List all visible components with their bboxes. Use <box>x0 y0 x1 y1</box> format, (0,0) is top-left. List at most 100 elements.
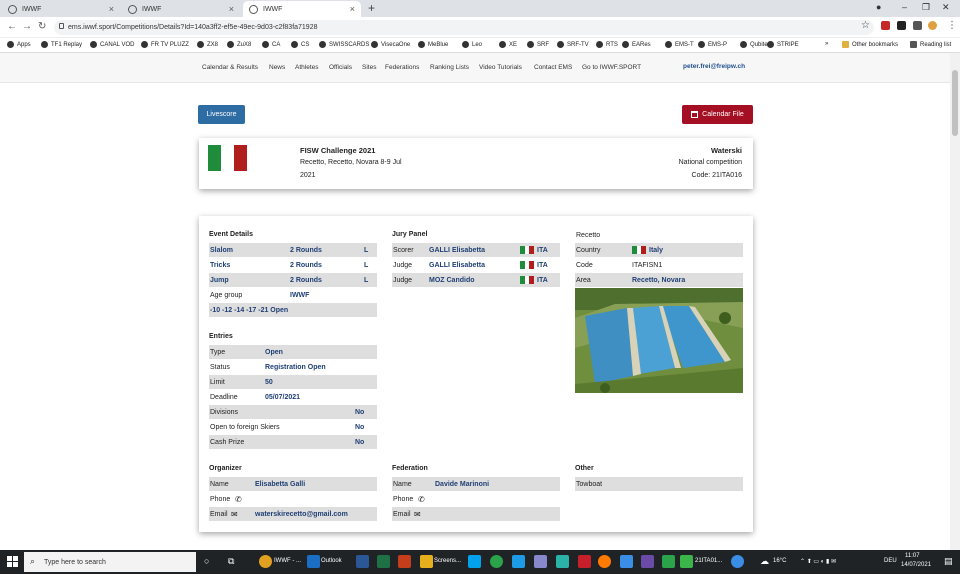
bookmark-item[interactable]: EMS-P <box>698 41 727 48</box>
chrome-icon[interactable] <box>259 555 272 568</box>
firefox-icon[interactable] <box>598 555 611 568</box>
clock-time[interactable]: 11:07 <box>905 553 920 559</box>
skype-icon[interactable] <box>468 555 481 568</box>
bookmark-item[interactable]: ZX8 <box>197 41 218 48</box>
extension-icon[interactable] <box>881 21 890 30</box>
bookmark-item[interactable]: Apps <box>7 41 31 48</box>
calendar-file-button[interactable]: Calendar File <box>682 105 753 124</box>
browser-tab[interactable]: IWWF × <box>122 1 240 17</box>
browser-tab-active[interactable]: IWWF × <box>243 1 361 17</box>
nav-contact-ems[interactable]: Contact EMS <box>534 64 572 71</box>
jury-official-name[interactable]: MOZ Candido <box>429 277 475 284</box>
weather-icon[interactable]: ☁ <box>760 556 769 567</box>
task-view-icon[interactable]: ⧉ <box>228 556 234 567</box>
maximize-button[interactable]: ❐ <box>922 2 930 13</box>
acrobat-icon[interactable] <box>578 555 591 568</box>
app-icon[interactable] <box>680 555 693 568</box>
close-icon[interactable]: × <box>350 4 355 14</box>
cortana-icon[interactable]: ○ <box>204 556 209 566</box>
nav-go-to-iwwf[interactable]: Go to IWWF.SPORT <box>582 64 641 71</box>
nav-federations[interactable]: Federations <box>385 64 419 71</box>
word-icon[interactable] <box>356 555 369 568</box>
star-icon[interactable]: ☆ <box>861 20 870 31</box>
reload-icon[interactable]: ↻ <box>38 21 46 32</box>
scrollbar-thumb[interactable] <box>952 70 958 136</box>
app-icon[interactable] <box>641 555 654 568</box>
user-email-link[interactable]: peter.frei@freipw.ch <box>683 63 745 70</box>
bookmark-item[interactable]: STRIPE <box>767 41 799 48</box>
bookmark-item[interactable]: FR TV PLUZZ <box>141 41 189 48</box>
bookmark-item[interactable]: MeBlue <box>418 41 448 48</box>
weather-temperature[interactable]: 16°C <box>773 558 786 564</box>
taskbar-app-iwwf[interactable]: IWWF - ... <box>274 558 301 564</box>
close-icon[interactable]: × <box>229 4 234 14</box>
bookmark-item[interactable]: VisecaOne <box>371 41 410 48</box>
entries-row: Deadline 05/07/2021 <box>209 390 377 404</box>
profile-icon[interactable]: ● <box>876 2 881 12</box>
jury-official-name[interactable]: GALLI Elisabetta <box>429 262 485 269</box>
nav-video-tutorials[interactable]: Video Tutorials <box>479 64 522 71</box>
event-name[interactable]: Slalom <box>210 247 233 254</box>
event-name[interactable]: Tricks <box>210 262 230 269</box>
notifications-icon[interactable]: ▤ <box>944 556 953 567</box>
app-icon[interactable] <box>490 555 503 568</box>
bookmark-item[interactable]: Leo <box>462 41 482 48</box>
taskbar-app-outlook[interactable]: Outlook <box>321 558 342 564</box>
windows-start-icon[interactable] <box>7 556 18 567</box>
forward-icon[interactable]: → <box>22 21 32 32</box>
extension-icon[interactable] <box>897 21 906 30</box>
bookmark-item[interactable]: CANAL VOD <box>90 41 134 48</box>
bookmark-item[interactable]: ZuX8 <box>227 41 251 48</box>
bookmark-item[interactable]: SRF <box>527 41 549 48</box>
bookmark-item[interactable]: CA <box>262 41 280 48</box>
bookmarks-overflow-icon[interactable]: » <box>825 41 828 47</box>
bookmark-label: SWISSCARDS <box>329 41 370 48</box>
nav-news[interactable]: News <box>269 64 285 71</box>
outlook-icon[interactable] <box>307 555 320 568</box>
nav-athletes[interactable]: Athletes <box>295 64 319 71</box>
clock-date[interactable]: 14/07/2021 <box>901 562 931 568</box>
puzzle-icon[interactable] <box>913 21 922 30</box>
taskbar-app-21ita01[interactable]: 21ITA01... <box>695 558 722 564</box>
menu-icon[interactable]: ⋮ <box>947 20 957 31</box>
taskbar-search-box[interactable]: ⌕ Type here to search <box>24 552 196 572</box>
app-icon[interactable] <box>662 555 675 568</box>
bookmark-item[interactable]: XE <box>499 41 517 48</box>
language-indicator[interactable]: DEU <box>884 558 897 564</box>
bookmark-item[interactable]: TF1 Replay <box>41 41 82 48</box>
browser-tab[interactable]: IWWF × <box>2 1 120 17</box>
nav-officials[interactable]: Officials <box>329 64 352 71</box>
other-bookmarks[interactable]: Other bookmarks <box>842 41 898 48</box>
nav-ranking-lists[interactable]: Ranking Lists <box>430 64 469 71</box>
address-bar[interactable]: ems.iwwf.sport/Competitions/Details?Id=1… <box>54 20 874 35</box>
close-icon[interactable]: × <box>109 4 114 14</box>
minimize-button[interactable]: – <box>902 2 907 12</box>
event-name[interactable]: Jump <box>210 277 229 284</box>
powerpoint-icon[interactable] <box>398 555 411 568</box>
organizer-email-link[interactable]: waterskirecetto@gmail.com <box>255 511 348 518</box>
app-icon[interactable] <box>534 555 547 568</box>
bookmark-item[interactable]: EMS-T <box>665 41 694 48</box>
bookmark-item[interactable]: SWISSCARDS <box>319 41 369 48</box>
reading-list[interactable]: Reading list <box>910 41 951 48</box>
excel-icon[interactable] <box>377 555 390 568</box>
folder-icon[interactable] <box>420 555 433 568</box>
bookmark-item[interactable]: EARes <box>622 41 651 48</box>
livescore-button[interactable]: Livescore <box>198 105 245 124</box>
nav-sites[interactable]: Sites <box>362 64 376 71</box>
back-icon[interactable]: ← <box>7 21 17 32</box>
nav-calendar-results[interactable]: Calendar & Results <box>202 64 258 71</box>
bookmark-item[interactable]: SRF-TV <box>557 41 589 48</box>
bookmark-item[interactable]: RTS <box>596 41 618 48</box>
taskbar-app-screens[interactable]: Screens... <box>434 558 461 564</box>
avatar[interactable] <box>928 21 937 30</box>
bookmark-item[interactable]: CS <box>291 41 309 48</box>
app-icon[interactable] <box>620 555 633 568</box>
app-icon[interactable] <box>512 555 525 568</box>
help-icon[interactable] <box>731 555 744 568</box>
close-window-button[interactable]: ✕ <box>942 2 950 13</box>
new-tab-button[interactable]: + <box>368 1 375 15</box>
tray-icons[interactable]: ⌃ ⬆ ▭ ◐ ▮ ✉ <box>800 558 836 565</box>
app-icon[interactable] <box>556 555 569 568</box>
jury-official-name[interactable]: GALLI Elisabetta <box>429 247 485 254</box>
